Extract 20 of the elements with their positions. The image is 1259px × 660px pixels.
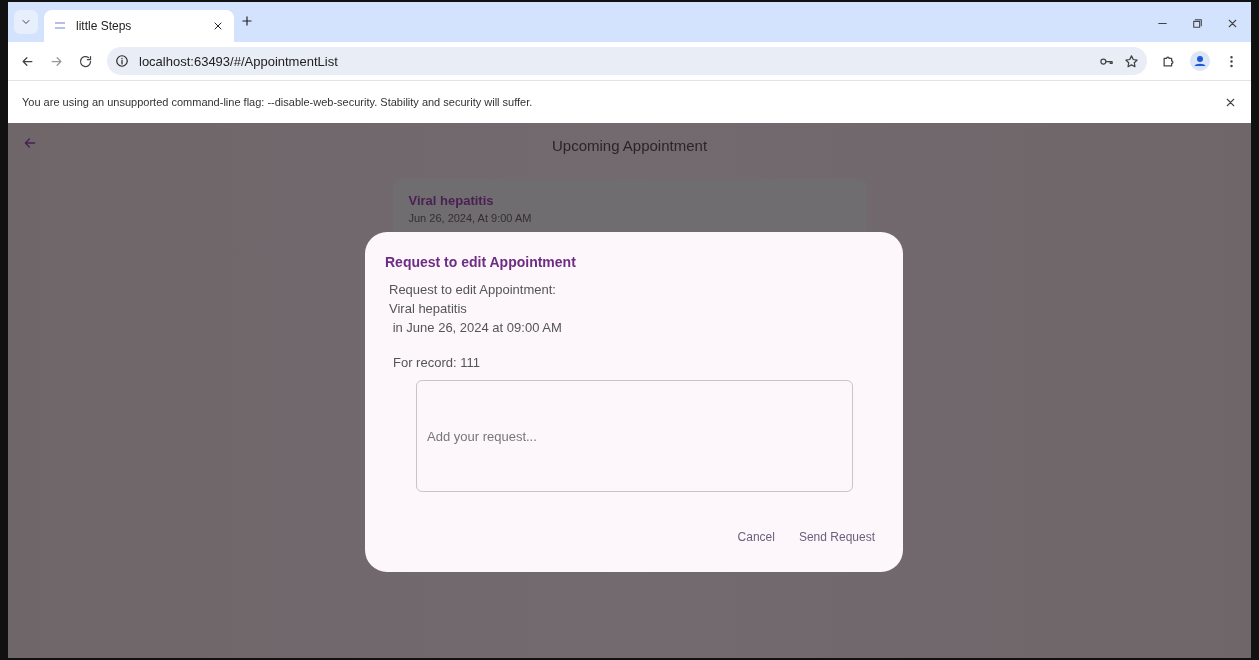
plus-icon[interactable] — [240, 14, 254, 28]
browser-tab[interactable]: little Steps — [44, 10, 234, 42]
appointment-datetime: Jun 26, 2024, At 9:00 AM — [408, 212, 533, 224]
dialog-button[interactable]: Send Request — [790, 522, 883, 552]
page-title: Upcoming Appointment — [551, 136, 708, 154]
record-label: For record: 111 — [393, 355, 481, 370]
appointment-title: Viral hepatitis — [408, 193, 495, 208]
warning-message: You are using an unsupported command-line flag: --disable-web-security. Stability and security will suffer. — [22, 96, 533, 108]
info-icon[interactable] — [115, 54, 129, 68]
close-icon[interactable] — [212, 20, 224, 32]
address-bar[interactable]: localhost:63493/#/AppointmentList — [107, 47, 1147, 75]
reload-icon[interactable] — [78, 53, 93, 69]
star-icon[interactable] — [1124, 53, 1139, 69]
close-icon[interactable] — [1226, 17, 1239, 30]
profile-avatar-icon[interactable] — [1190, 51, 1210, 71]
dialog-button[interactable]: Cancel — [729, 522, 783, 552]
restore-icon[interactable] — [1191, 17, 1204, 30]
dialog-message: Request to edit Appointment: Viral hepatitis in June 26, 2024 at 09:00 AM — [389, 281, 563, 337]
favicon-icon — [54, 20, 66, 32]
request-input-field[interactable]: Add your request... — [416, 380, 853, 492]
